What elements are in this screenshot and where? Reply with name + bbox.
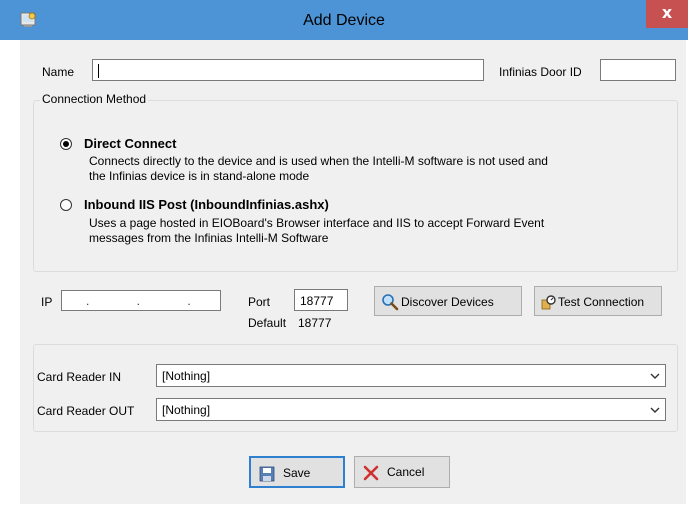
close-button[interactable]: x: [646, 0, 688, 28]
port-input[interactable]: 18777: [294, 289, 348, 311]
door-id-input[interactable]: [600, 59, 676, 81]
title-bar[interactable]: Add Device x: [0, 0, 688, 40]
inbound-iis-desc-line2: messages from the Infinias Intelli-M Sof…: [89, 231, 329, 245]
connection-method-group: [33, 100, 678, 272]
window-title: Add Device: [303, 12, 385, 29]
port-default-label: Default: [248, 316, 287, 330]
test-connection-button[interactable]: Test Connection: [534, 286, 662, 316]
direct-connect-desc-line2: the Infinias device is in stand-alone mo…: [89, 169, 310, 183]
inbound-iis-desc-line1: Uses a page hosted in EIOBoard's Browser…: [89, 216, 545, 230]
inbound-iis-title[interactable]: Inbound IIS Post (InboundInfinias.ashx): [84, 197, 329, 212]
test-connection-icon: [541, 295, 556, 310]
card-reader-in-value: [Nothing]: [162, 369, 211, 383]
card-reader-in-select[interactable]: [Nothing]: [156, 364, 666, 387]
cancel-button[interactable]: Cancel: [354, 456, 450, 488]
add-device-dialog: Add Device x Name Infinias Door ID Conne…: [0, 0, 688, 506]
chevron-down-icon: [650, 373, 660, 379]
discover-devices-button[interactable]: Discover Devices: [374, 286, 522, 316]
cancel-label: Cancel: [387, 465, 425, 479]
name-label: Name: [42, 65, 75, 79]
text-caret: [98, 64, 99, 78]
inbound-iis-radio[interactable]: [60, 199, 72, 211]
inbound-iis-description: Uses a page hosted in EIOBoard's Browser…: [89, 216, 649, 246]
direct-connect-desc-line1: Connects directly to the device and is u…: [89, 154, 548, 168]
connection-method-legend: Connection Method: [40, 92, 149, 106]
ip-separators: . . .: [86, 294, 213, 308]
direct-connect-radio[interactable]: [60, 138, 72, 150]
save-button[interactable]: Save: [249, 456, 345, 488]
floppy-disk-icon: [259, 466, 275, 482]
radio-selected-dot: [63, 141, 69, 147]
port-value: 18777: [300, 294, 334, 308]
card-reader-out-select[interactable]: [Nothing]: [156, 398, 666, 421]
card-reader-out-value: [Nothing]: [162, 403, 211, 417]
test-connection-label: Test Connection: [558, 295, 645, 309]
close-x-icon: [363, 465, 379, 481]
port-label: Port: [248, 295, 271, 309]
ip-label: IP: [41, 295, 53, 309]
save-label: Save: [283, 466, 311, 480]
card-reader-out-label: Card Reader OUT: [37, 404, 135, 418]
discover-devices-label: Discover Devices: [401, 295, 494, 309]
magnifier-icon: [382, 294, 399, 311]
ip-input[interactable]: . . .: [61, 290, 221, 311]
card-reader-in-label: Card Reader IN: [37, 370, 122, 384]
direct-connect-title[interactable]: Direct Connect: [84, 136, 176, 151]
chevron-down-icon: [650, 407, 660, 413]
direct-connect-description: Connects directly to the device and is u…: [89, 154, 649, 184]
port-default-value: 18777: [298, 316, 332, 330]
door-id-label: Infinias Door ID: [499, 65, 582, 79]
name-input[interactable]: [92, 59, 484, 81]
